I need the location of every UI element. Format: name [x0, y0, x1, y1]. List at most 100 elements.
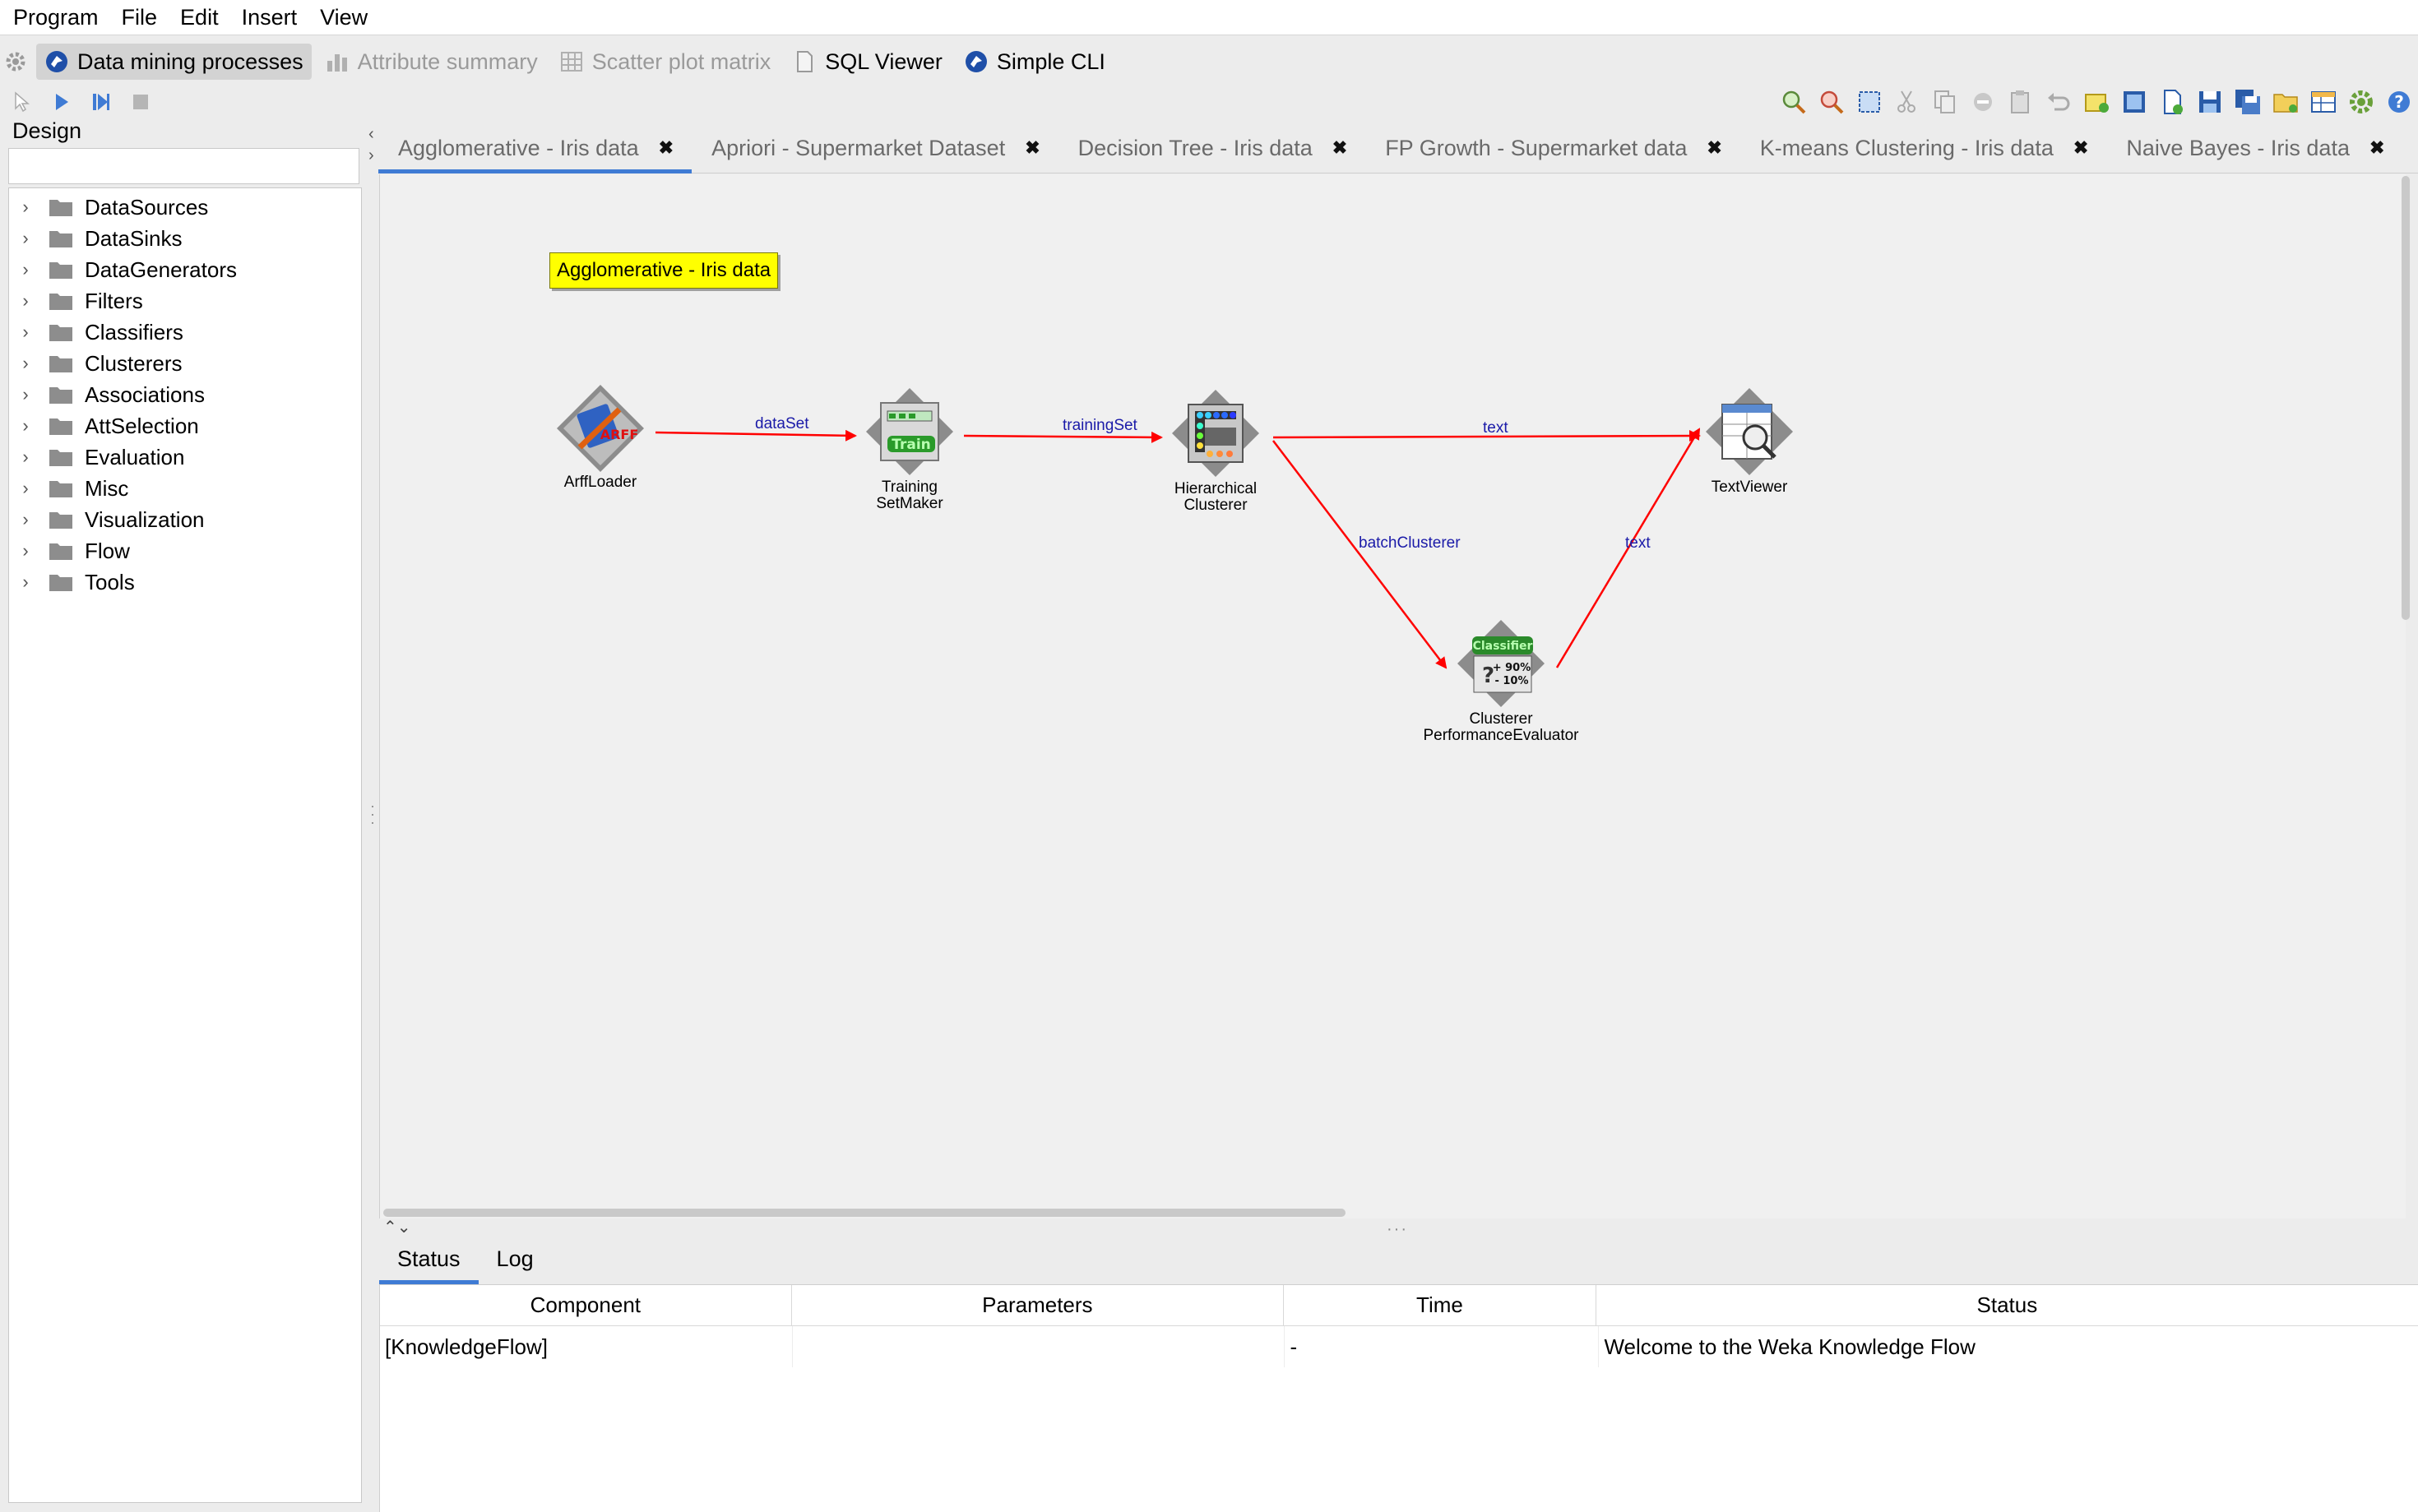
cut-icon[interactable] — [1893, 88, 1921, 116]
tree-item-filters[interactable]: › Filters — [9, 285, 361, 317]
menu-insert[interactable]: Insert — [230, 0, 309, 35]
node-hierarchical-clusterer[interactable]: Hierarchical Clusterer — [1166, 388, 1265, 514]
tree-item-label: Tools — [85, 569, 135, 594]
tab-log[interactable]: Log — [479, 1233, 552, 1284]
node-clusterer-performance-evaluator[interactable]: Classifier ? + 90% - 10% Clusterer Perfo… — [1423, 618, 1579, 744]
undo-icon[interactable] — [2045, 88, 2073, 116]
tab-status[interactable]: Status — [379, 1233, 479, 1284]
tab-agglomerative-iris[interactable]: Agglomerative - Iris data ✖ — [378, 123, 693, 173]
tree-item-datagenerators[interactable]: › DataGenerators — [9, 254, 361, 285]
column-header-time[interactable]: Time — [1284, 1285, 1596, 1326]
tree-item-datasinks[interactable]: › DataSinks — [9, 223, 361, 254]
tree-item-label: Clusterers — [85, 350, 183, 376]
play-icon[interactable] — [51, 91, 72, 113]
tree-item-visualization[interactable]: › Visualization — [9, 504, 361, 535]
design-search-input[interactable] — [8, 148, 359, 184]
chevron-right-icon[interactable]: › — [9, 384, 42, 405]
save-icon[interactable] — [2196, 88, 2224, 116]
node-training-set-maker[interactable]: Train Training SetMaker — [860, 386, 959, 512]
tree-item-associations[interactable]: › Associations — [9, 379, 361, 410]
panel-collapse-arrows[interactable]: ‹ › — [368, 123, 374, 166]
chevron-right-icon[interactable]: › — [9, 571, 42, 593]
save-as-icon[interactable] — [2234, 88, 2262, 116]
zoom-out-icon[interactable] — [1818, 88, 1846, 116]
snap-to-grid-icon[interactable] — [2120, 88, 2148, 116]
chevron-right-icon[interactable]: › — [9, 259, 42, 280]
folder-icon — [49, 354, 73, 373]
node-text-viewer[interactable]: TextViewer — [1700, 386, 1799, 496]
canvas-horizontal-scrollbar[interactable] — [383, 1209, 1346, 1217]
canvas-vertical-scrollbar[interactable] — [2402, 176, 2410, 620]
perspective-settings-gear-icon[interactable] — [0, 44, 31, 80]
perspective-attribute-summary[interactable]: Attribute summary — [317, 44, 546, 80]
perspective-sql-viewer[interactable]: SQL Viewer — [784, 44, 951, 80]
perspective-data-mining-processes[interactable]: Data mining processes — [36, 44, 312, 80]
open-icon[interactable] — [2272, 88, 2300, 116]
tree-item-misc[interactable]: › Misc — [9, 473, 361, 504]
perspective-scatter-plot-matrix[interactable]: Scatter plot matrix — [551, 44, 780, 80]
panel-splitter[interactable]: · · · — [370, 798, 375, 830]
add-note-icon[interactable] — [2082, 88, 2110, 116]
template-icon[interactable] — [2309, 88, 2337, 116]
chevron-right-icon[interactable]: › — [9, 290, 42, 312]
bottom-splitter[interactable]: ··· — [1387, 1220, 1408, 1239]
tree-item-label: DataSources — [85, 194, 209, 220]
new-flow-icon[interactable] — [2158, 88, 2186, 116]
chevron-right-icon[interactable]: › — [9, 197, 42, 218]
perspective-simple-cli[interactable]: Simple CLI — [956, 44, 1114, 80]
tree-item-datasources[interactable]: › DataSources — [9, 192, 361, 223]
chevron-right-icon[interactable]: › — [9, 415, 42, 437]
folder-icon — [49, 510, 73, 529]
tree-item-clusterers[interactable]: › Clusterers — [9, 348, 361, 379]
close-icon[interactable]: ✖ — [1025, 137, 1040, 159]
table-row[interactable]: [KnowledgeFlow] - Welcome to the Weka Kn… — [380, 1326, 2418, 1367]
close-icon[interactable]: ✖ — [2369, 137, 2384, 159]
tab-kmeans-iris[interactable]: K-means Clustering - Iris data ✖ — [1740, 123, 2107, 173]
tree-item-tools[interactable]: › Tools — [9, 566, 361, 598]
tab-apriori-supermarket[interactable]: Apriori - Supermarket Dataset ✖ — [692, 123, 1058, 173]
chevron-right-icon[interactable]: › — [9, 228, 42, 249]
settings-gear-icon[interactable] — [2347, 88, 2375, 116]
paste-icon[interactable] — [2007, 88, 2035, 116]
close-icon[interactable]: ✖ — [1707, 137, 1721, 159]
copy-icon[interactable] — [1931, 88, 1959, 116]
tree-item-attselection[interactable]: › AttSelection — [9, 410, 361, 442]
flow-canvas[interactable] — [379, 174, 2406, 1218]
select-all-icon[interactable] — [1855, 88, 1883, 116]
menu-program[interactable]: Program — [0, 0, 110, 35]
column-header-status[interactable]: Status — [1596, 1285, 2418, 1326]
chevron-right-icon[interactable]: › — [9, 509, 42, 530]
tab-fp-growth-supermarket[interactable]: FP Growth - Supermarket data ✖ — [1365, 123, 1740, 173]
close-icon[interactable]: ✖ — [2073, 137, 2088, 159]
delete-icon[interactable] — [1969, 88, 1997, 116]
pointer-icon[interactable] — [12, 91, 33, 113]
perspective-label: Simple CLI — [996, 49, 1105, 74]
stop-icon[interactable] — [130, 91, 151, 113]
close-icon[interactable]: ✖ — [1332, 137, 1347, 159]
folder-icon — [49, 260, 73, 280]
menu-edit[interactable]: Edit — [169, 0, 230, 35]
close-icon[interactable]: ✖ — [659, 137, 674, 159]
chevron-right-icon[interactable]: › — [9, 478, 42, 499]
folder-icon — [49, 447, 73, 467]
tree-item-flow[interactable]: › Flow — [9, 535, 361, 566]
tree-item-evaluation[interactable]: › Evaluation — [9, 442, 361, 473]
chevron-right-icon[interactable]: › — [9, 446, 42, 468]
flow-note[interactable]: Agglomerative - Iris data — [549, 252, 779, 289]
tree-item-classifiers[interactable]: › Classifiers — [9, 317, 361, 348]
chevron-right-icon[interactable]: › — [9, 353, 42, 374]
tab-decision-tree-iris[interactable]: Decision Tree - Iris data ✖ — [1058, 123, 1366, 173]
column-header-parameters[interactable]: Parameters — [791, 1285, 1285, 1326]
connection-label-trainingset: trainingSet — [1063, 417, 1137, 434]
menu-view[interactable]: View — [308, 0, 379, 35]
clusterer-evaluator-icon: Classifier ? + 90% - 10% — [1457, 620, 1545, 707]
play-sequential-icon[interactable] — [90, 91, 112, 113]
chevron-right-icon[interactable]: › — [9, 321, 42, 343]
zoom-in-icon[interactable] — [1780, 88, 1808, 116]
chevron-right-icon[interactable]: › — [9, 540, 42, 562]
help-icon[interactable]: ? — [2385, 88, 2413, 116]
tab-naive-bayes-iris[interactable]: Naive Bayes - Iris data ✖ — [2106, 123, 2402, 173]
menu-file[interactable]: File — [110, 0, 169, 35]
node-arff-loader[interactable]: ARFF ArffLoader — [551, 383, 650, 491]
column-header-component[interactable]: Component — [380, 1285, 792, 1326]
